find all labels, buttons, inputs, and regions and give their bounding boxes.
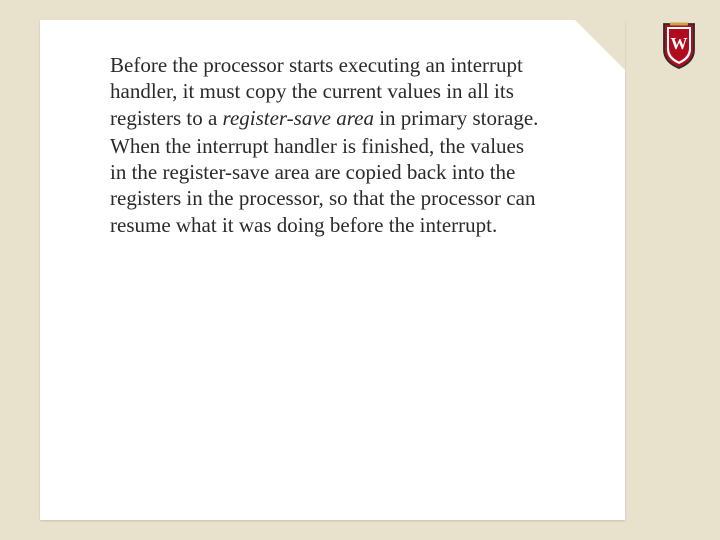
paragraph-2: When the interrupt handler is finished, …: [110, 133, 542, 238]
university-crest-icon: W: [662, 22, 696, 70]
paragraph-1: Before the processor starts executing an…: [110, 52, 542, 131]
slide-card: Before the processor starts executing an…: [40, 20, 625, 520]
corner-cut: [575, 20, 625, 70]
paragraph-1-emphasis: register-save area: [223, 106, 374, 130]
slide-content: Before the processor starts executing an…: [110, 52, 542, 238]
paragraph-1-post: in primary storage.: [374, 106, 538, 130]
crest-letter: W: [671, 34, 688, 53]
